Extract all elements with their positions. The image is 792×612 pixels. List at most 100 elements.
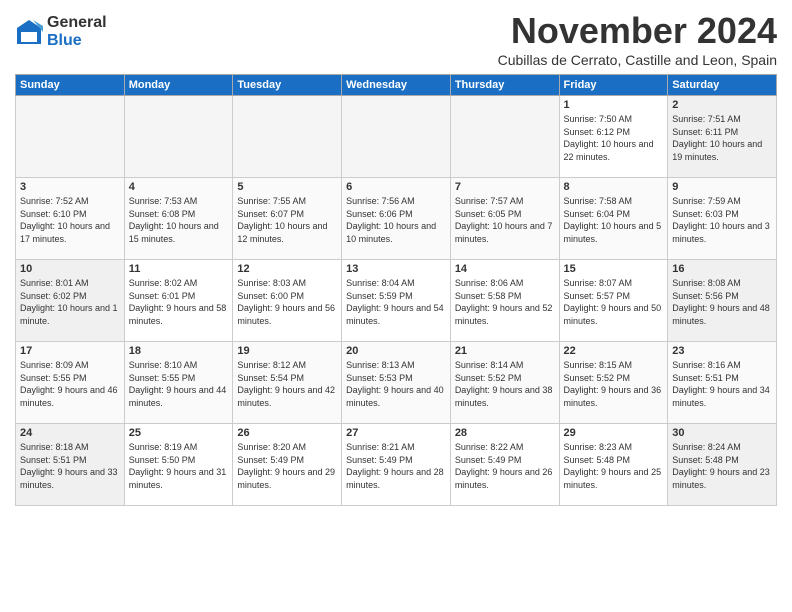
day-info: Sunrise: 8:13 AM Sunset: 5:53 PM Dayligh… bbox=[346, 359, 446, 409]
week-row-5: 24 Sunrise: 8:18 AM Sunset: 5:51 PM Dayli… bbox=[16, 424, 777, 506]
col-friday: Friday bbox=[559, 75, 668, 96]
week-row-2: 3 Sunrise: 7:52 AM Sunset: 6:10 PM Daylig… bbox=[16, 178, 777, 260]
calendar-table: Sunday Monday Tuesday Wednesday Thursday… bbox=[15, 74, 777, 506]
day-info: Sunrise: 8:18 AM Sunset: 5:51 PM Dayligh… bbox=[20, 441, 120, 491]
day-number: 26 bbox=[237, 427, 337, 439]
day-info: Sunrise: 7:56 AM Sunset: 6:06 PM Dayligh… bbox=[346, 195, 446, 245]
day-number: 14 bbox=[455, 263, 555, 275]
day-info: Sunrise: 7:57 AM Sunset: 6:05 PM Dayligh… bbox=[455, 195, 555, 245]
calendar-body: 1 Sunrise: 7:50 AM Sunset: 6:12 PM Daylig… bbox=[16, 96, 777, 506]
day-cell: 9Sunrise: 7:59 AM Sunset: 6:03 PM Daylig… bbox=[668, 178, 777, 260]
day-number: 11 bbox=[129, 263, 229, 275]
day-cell: 17 Sunrise: 8:09 AM Sunset: 5:55 PM Dayli… bbox=[16, 342, 125, 424]
day-cell: 16 Sunrise: 8:08 AM Sunset: 5:56 PM Dayli… bbox=[668, 260, 777, 342]
day-cell bbox=[16, 96, 125, 178]
day-info: Sunrise: 8:23 AM Sunset: 5:48 PM Dayligh… bbox=[564, 441, 664, 491]
day-number: 15 bbox=[564, 263, 664, 275]
day-number: 8 bbox=[564, 181, 664, 193]
day-cell: 24 Sunrise: 8:18 AM Sunset: 5:51 PM Dayli… bbox=[16, 424, 125, 506]
day-number: 2 bbox=[672, 99, 772, 111]
day-info: Sunrise: 8:09 AM Sunset: 5:55 PM Dayligh… bbox=[20, 359, 120, 409]
day-cell: 3 Sunrise: 7:52 AM Sunset: 6:10 PM Daylig… bbox=[16, 178, 125, 260]
day-info: Sunrise: 8:20 AM Sunset: 5:49 PM Dayligh… bbox=[237, 441, 337, 491]
header-row: Sunday Monday Tuesday Wednesday Thursday… bbox=[16, 75, 777, 96]
day-cell: 29Sunrise: 8:23 AM Sunset: 5:48 PM Dayli… bbox=[559, 424, 668, 506]
day-number: 1 bbox=[564, 99, 664, 111]
day-number: 12 bbox=[237, 263, 337, 275]
col-monday: Monday bbox=[124, 75, 233, 96]
day-number: 4 bbox=[129, 181, 229, 193]
day-number: 7 bbox=[455, 181, 555, 193]
col-sunday: Sunday bbox=[16, 75, 125, 96]
day-cell: 23Sunrise: 8:16 AM Sunset: 5:51 PM Dayli… bbox=[668, 342, 777, 424]
day-cell: 12Sunrise: 8:03 AM Sunset: 6:00 PM Dayli… bbox=[233, 260, 342, 342]
col-tuesday: Tuesday bbox=[233, 75, 342, 96]
day-info: Sunrise: 7:50 AM Sunset: 6:12 PM Dayligh… bbox=[564, 113, 664, 163]
day-cell bbox=[342, 96, 451, 178]
day-info: Sunrise: 8:06 AM Sunset: 5:58 PM Dayligh… bbox=[455, 277, 555, 327]
day-cell: 30 Sunrise: 8:24 AM Sunset: 5:48 PM Dayli… bbox=[668, 424, 777, 506]
day-number: 23 bbox=[672, 345, 772, 357]
day-number: 21 bbox=[455, 345, 555, 357]
day-number: 19 bbox=[237, 345, 337, 357]
day-info: Sunrise: 7:53 AM Sunset: 6:08 PM Dayligh… bbox=[129, 195, 229, 245]
week-row-4: 17 Sunrise: 8:09 AM Sunset: 5:55 PM Dayli… bbox=[16, 342, 777, 424]
week-row-1: 1 Sunrise: 7:50 AM Sunset: 6:12 PM Daylig… bbox=[16, 96, 777, 178]
day-number: 27 bbox=[346, 427, 446, 439]
day-cell bbox=[450, 96, 559, 178]
day-cell bbox=[124, 96, 233, 178]
day-info: Sunrise: 8:21 AM Sunset: 5:49 PM Dayligh… bbox=[346, 441, 446, 491]
day-number: 24 bbox=[20, 427, 120, 439]
col-thursday: Thursday bbox=[450, 75, 559, 96]
day-info: Sunrise: 7:51 AM Sunset: 6:11 PM Dayligh… bbox=[672, 113, 772, 163]
day-info: Sunrise: 7:55 AM Sunset: 6:07 PM Dayligh… bbox=[237, 195, 337, 245]
day-info: Sunrise: 8:04 AM Sunset: 5:59 PM Dayligh… bbox=[346, 277, 446, 327]
day-info: Sunrise: 8:15 AM Sunset: 5:52 PM Dayligh… bbox=[564, 359, 664, 409]
day-number: 3 bbox=[20, 181, 120, 193]
day-cell: 4 Sunrise: 7:53 AM Sunset: 6:08 PM Daylig… bbox=[124, 178, 233, 260]
day-info: Sunrise: 8:24 AM Sunset: 5:48 PM Dayligh… bbox=[672, 441, 772, 491]
day-number: 9 bbox=[672, 181, 772, 193]
day-cell: 14 Sunrise: 8:06 AM Sunset: 5:58 PM Dayli… bbox=[450, 260, 559, 342]
day-cell: 1 Sunrise: 7:50 AM Sunset: 6:12 PM Daylig… bbox=[559, 96, 668, 178]
day-cell: 15 Sunrise: 8:07 AM Sunset: 5:57 PM Dayli… bbox=[559, 260, 668, 342]
day-info: Sunrise: 8:02 AM Sunset: 6:01 PM Dayligh… bbox=[129, 277, 229, 327]
day-number: 13 bbox=[346, 263, 446, 275]
day-cell: 11 Sunrise: 8:02 AM Sunset: 6:01 PM Dayli… bbox=[124, 260, 233, 342]
page: General Blue November 2024 Cubillas de C… bbox=[0, 0, 792, 612]
day-info: Sunrise: 8:07 AM Sunset: 5:57 PM Dayligh… bbox=[564, 277, 664, 327]
day-cell: 22 Sunrise: 8:15 AM Sunset: 5:52 PM Dayli… bbox=[559, 342, 668, 424]
subtitle: Cubillas de Cerrato, Castille and Leon, … bbox=[498, 52, 777, 68]
day-number: 25 bbox=[129, 427, 229, 439]
day-info: Sunrise: 8:22 AM Sunset: 5:49 PM Dayligh… bbox=[455, 441, 555, 491]
day-number: 18 bbox=[129, 345, 229, 357]
day-number: 22 bbox=[564, 345, 664, 357]
col-wednesday: Wednesday bbox=[342, 75, 451, 96]
day-cell: 28 Sunrise: 8:22 AM Sunset: 5:49 PM Dayli… bbox=[450, 424, 559, 506]
day-cell bbox=[233, 96, 342, 178]
day-cell: 26 Sunrise: 8:20 AM Sunset: 5:49 PM Dayli… bbox=[233, 424, 342, 506]
day-number: 10 bbox=[20, 263, 120, 275]
day-number: 28 bbox=[455, 427, 555, 439]
header: General Blue November 2024 Cubillas de C… bbox=[15, 10, 777, 68]
day-info: Sunrise: 8:10 AM Sunset: 5:55 PM Dayligh… bbox=[129, 359, 229, 409]
day-cell: 5Sunrise: 7:55 AM Sunset: 6:07 PM Daylig… bbox=[233, 178, 342, 260]
day-number: 30 bbox=[672, 427, 772, 439]
day-cell: 6 Sunrise: 7:56 AM Sunset: 6:06 PM Daylig… bbox=[342, 178, 451, 260]
day-number: 17 bbox=[20, 345, 120, 357]
day-number: 6 bbox=[346, 181, 446, 193]
day-info: Sunrise: 8:01 AM Sunset: 6:02 PM Dayligh… bbox=[20, 277, 120, 327]
day-cell: 27 Sunrise: 8:21 AM Sunset: 5:49 PM Dayli… bbox=[342, 424, 451, 506]
day-info: Sunrise: 8:19 AM Sunset: 5:50 PM Dayligh… bbox=[129, 441, 229, 491]
day-cell: 19 Sunrise: 8:12 AM Sunset: 5:54 PM Dayli… bbox=[233, 342, 342, 424]
day-cell: 8Sunrise: 7:58 AM Sunset: 6:04 PM Daylig… bbox=[559, 178, 668, 260]
logo-text: General Blue bbox=[47, 14, 107, 50]
day-info: Sunrise: 7:52 AM Sunset: 6:10 PM Dayligh… bbox=[20, 195, 120, 245]
day-cell: 25 Sunrise: 8:19 AM Sunset: 5:50 PM Dayli… bbox=[124, 424, 233, 506]
day-cell: 18 Sunrise: 8:10 AM Sunset: 5:55 PM Dayli… bbox=[124, 342, 233, 424]
day-info: Sunrise: 8:12 AM Sunset: 5:54 PM Dayligh… bbox=[237, 359, 337, 409]
day-number: 16 bbox=[672, 263, 772, 275]
logo: General Blue bbox=[15, 14, 107, 50]
day-number: 20 bbox=[346, 345, 446, 357]
day-info: Sunrise: 8:08 AM Sunset: 5:56 PM Dayligh… bbox=[672, 277, 772, 327]
